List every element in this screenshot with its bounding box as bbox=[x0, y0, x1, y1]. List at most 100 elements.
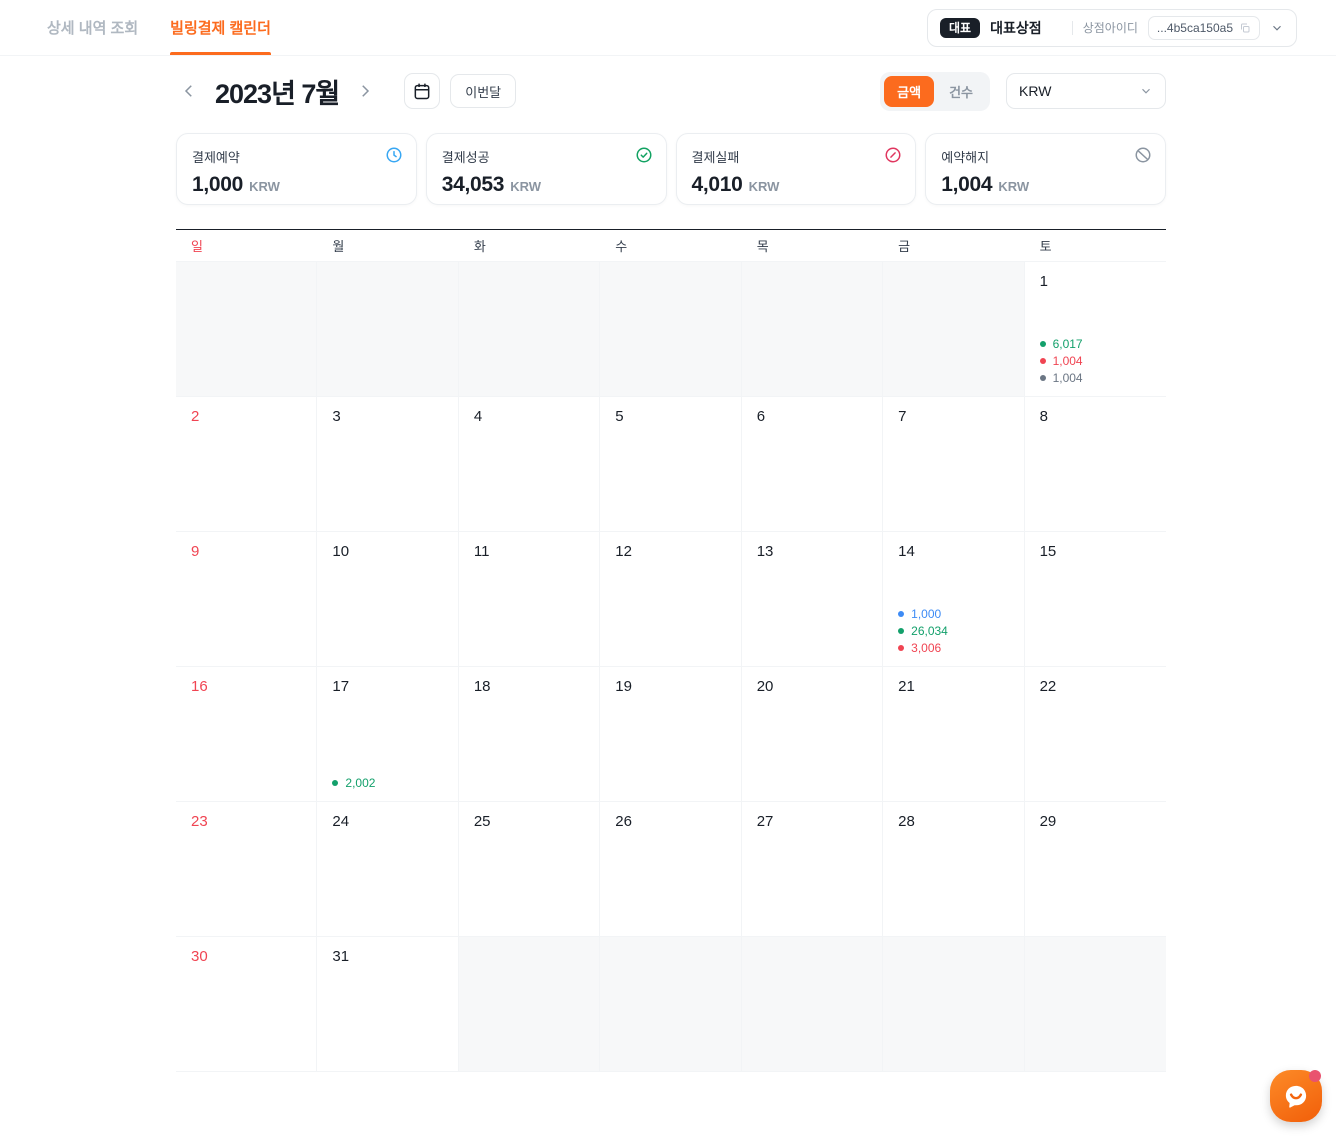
stat-card-label: 결제실패 bbox=[692, 147, 901, 166]
calendar-cell-empty bbox=[1025, 937, 1166, 1072]
entry-amount: 1,004 bbox=[1053, 372, 1083, 384]
weekday-label: 일 bbox=[176, 230, 317, 261]
shop-id-pill[interactable]: ...4b5ca150a5 bbox=[1148, 16, 1260, 40]
calendar-cell-day-29[interactable]: 29 bbox=[1025, 802, 1166, 937]
prev-month-button[interactable] bbox=[176, 78, 202, 104]
calendar-cell-day-20[interactable]: 20 bbox=[742, 667, 883, 802]
entry-amount: 26,034 bbox=[911, 625, 948, 637]
chat-widget-button[interactable] bbox=[1270, 1070, 1322, 1122]
calendar-cell-empty bbox=[317, 262, 458, 397]
day-number: 4 bbox=[474, 408, 584, 425]
calendar-cell-empty bbox=[742, 262, 883, 397]
currency-value: KRW bbox=[1019, 83, 1051, 99]
calendar-cell-day-19[interactable]: 19 bbox=[600, 667, 741, 802]
calendar-cell-day-5[interactable]: 5 bbox=[600, 397, 741, 532]
calendar-cell-day-9[interactable]: 9 bbox=[176, 532, 317, 667]
calendar-cell-day-1[interactable]: 16,0171,0041,004 bbox=[1025, 262, 1166, 397]
calendar-cell-day-11[interactable]: 11 bbox=[459, 532, 600, 667]
calendar-cell-day-17[interactable]: 172,002 bbox=[317, 667, 458, 802]
divider bbox=[1072, 21, 1073, 35]
day-number: 14 bbox=[898, 543, 1008, 560]
day-number: 29 bbox=[1040, 813, 1151, 830]
day-number: 3 bbox=[332, 408, 442, 425]
stat-card: 예약해지1,004KRW bbox=[925, 133, 1166, 205]
day-number: 5 bbox=[615, 408, 725, 425]
entry-dot bbox=[332, 780, 338, 786]
tabs: 상세 내역 조회 빌링결제 캘린더 bbox=[47, 0, 271, 55]
toolbar-right: 금액건수 KRW bbox=[880, 72, 1166, 111]
calendar-cell-day-31[interactable]: 31 bbox=[317, 937, 458, 1072]
day-number: 27 bbox=[757, 813, 867, 830]
day-number: 16 bbox=[191, 678, 301, 695]
shop-id-label: 상점아이디 bbox=[1083, 19, 1138, 36]
calendar-cell-empty bbox=[459, 262, 600, 397]
slash-circle-icon bbox=[884, 146, 902, 164]
calendar-cell-empty bbox=[883, 262, 1024, 397]
weekday-label: 수 bbox=[600, 230, 741, 261]
next-month-button[interactable] bbox=[352, 78, 378, 104]
chevron-down-icon[interactable] bbox=[1270, 21, 1284, 35]
calendar-cell-day-16[interactable]: 16 bbox=[176, 667, 317, 802]
main-content: 2023년 7월 이번달 금액건수 KRW 결제예약1,000KRW결제성공 bbox=[176, 73, 1166, 1072]
copy-icon[interactable] bbox=[1239, 22, 1251, 34]
stat-card: 결제실패4,010KRW bbox=[676, 133, 917, 205]
entry-amount: 1,004 bbox=[1053, 355, 1083, 367]
toggle-amount-button[interactable]: 금액 bbox=[884, 76, 934, 107]
day-number: 13 bbox=[757, 543, 867, 560]
calendar-cell-day-8[interactable]: 8 bbox=[1025, 397, 1166, 532]
date-picker-button[interactable] bbox=[404, 73, 440, 109]
calendar-cell-day-3[interactable]: 3 bbox=[317, 397, 458, 532]
entry-dot bbox=[1040, 358, 1046, 364]
day-number: 8 bbox=[1040, 408, 1151, 425]
day-number: 26 bbox=[615, 813, 725, 830]
calendar-cell-day-4[interactable]: 4 bbox=[459, 397, 600, 532]
calendar-cell-day-18[interactable]: 18 bbox=[459, 667, 600, 802]
calendar-cell-empty bbox=[459, 937, 600, 1072]
calendar-cell-day-24[interactable]: 24 bbox=[317, 802, 458, 937]
stat-card-value: 34,053 bbox=[442, 173, 504, 197]
weekday-label: 월 bbox=[317, 230, 458, 261]
calendar-cell-day-25[interactable]: 25 bbox=[459, 802, 600, 937]
calendar-cell-empty bbox=[742, 937, 883, 1072]
this-month-button[interactable]: 이번달 bbox=[450, 74, 516, 108]
day-number: 25 bbox=[474, 813, 584, 830]
calendar-cell-empty bbox=[600, 262, 741, 397]
calendar-cell-day-23[interactable]: 23 bbox=[176, 802, 317, 937]
ban-icon bbox=[1134, 146, 1152, 164]
calendar-cell-day-28[interactable]: 28 bbox=[883, 802, 1024, 937]
calendar-cell-day-21[interactable]: 21 bbox=[883, 667, 1024, 802]
day-number: 19 bbox=[615, 678, 725, 695]
day-number: 12 bbox=[615, 543, 725, 560]
toggle-count-button[interactable]: 건수 bbox=[936, 76, 986, 107]
day-number: 9 bbox=[191, 543, 301, 560]
calendar-cell-day-13[interactable]: 13 bbox=[742, 532, 883, 667]
calendar-cell-day-27[interactable]: 27 bbox=[742, 802, 883, 937]
day-number: 28 bbox=[898, 813, 1008, 830]
calendar-cell-day-10[interactable]: 10 bbox=[317, 532, 458, 667]
calendar-cell-empty bbox=[600, 937, 741, 1072]
tab-detail-history[interactable]: 상세 내역 조회 bbox=[47, 0, 138, 55]
calendar-cell-day-6[interactable]: 6 bbox=[742, 397, 883, 532]
payment-entry-success: 2,002 bbox=[332, 777, 375, 789]
currency-select[interactable]: KRW bbox=[1006, 73, 1166, 109]
shop-id-value: ...4b5ca150a5 bbox=[1157, 21, 1233, 35]
calendar-cell-day-2[interactable]: 2 bbox=[176, 397, 317, 532]
calendar-icon bbox=[412, 81, 432, 101]
calendar-cell-day-7[interactable]: 7 bbox=[883, 397, 1024, 532]
calendar-cell-day-30[interactable]: 30 bbox=[176, 937, 317, 1072]
calendar-cell-day-12[interactable]: 12 bbox=[600, 532, 741, 667]
calendar-cell-day-26[interactable]: 26 bbox=[600, 802, 741, 937]
calendar-cell-day-14[interactable]: 141,00026,0343,006 bbox=[883, 532, 1024, 667]
merchant-selector[interactable]: 대표 대표상점 상점아이디 ...4b5ca150a5 bbox=[927, 9, 1297, 47]
calendar-cell-day-22[interactable]: 22 bbox=[1025, 667, 1166, 802]
stat-card-unit: KRW bbox=[249, 179, 280, 194]
stat-card-label: 결제성공 bbox=[442, 147, 651, 166]
day-number: 7 bbox=[898, 408, 1008, 425]
tab-billing-calendar[interactable]: 빌링결제 캘린더 bbox=[170, 0, 271, 55]
payment-entry-fail: 3,006 bbox=[898, 642, 948, 654]
calendar-cell-empty bbox=[883, 937, 1024, 1072]
stat-card-label: 결제예약 bbox=[192, 147, 401, 166]
stat-card-unit: KRW bbox=[749, 179, 780, 194]
stat-card-label: 예약해지 bbox=[941, 147, 1150, 166]
calendar-cell-day-15[interactable]: 15 bbox=[1025, 532, 1166, 667]
